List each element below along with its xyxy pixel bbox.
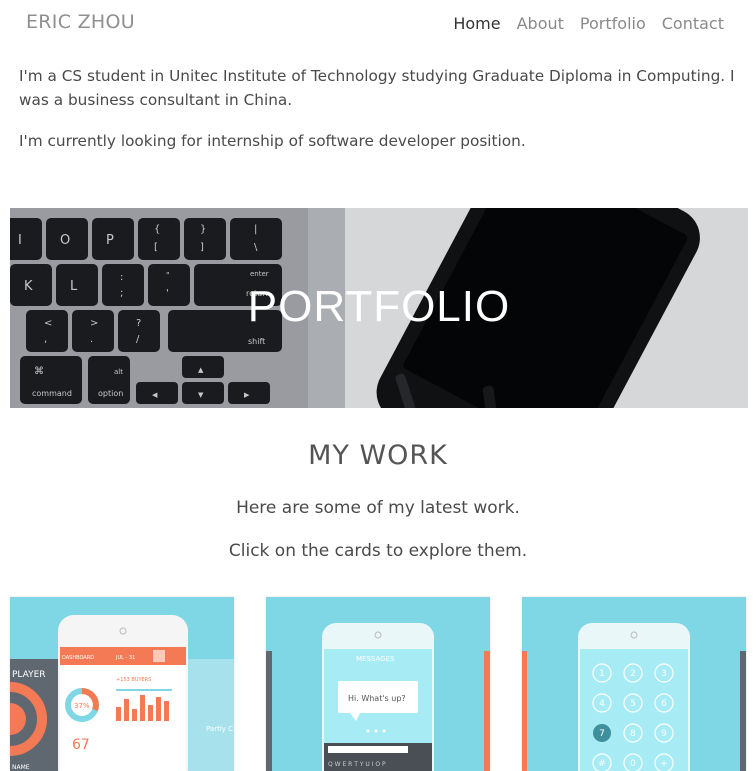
hero-title: PORTFOLIO [247, 282, 511, 331]
intro-paragraph: I'm a CS student in Unitec Institute of … [19, 67, 735, 109]
svg-text:2: 2 [630, 669, 636, 679]
svg-text:DASHBOARD: DASHBOARD [62, 655, 94, 661]
intro-paragraph-2: I'm currently looking for internship of … [19, 132, 526, 150]
svg-text:#: # [598, 759, 606, 769]
svg-text:Partly C: Partly C [206, 725, 233, 733]
svg-text:9: 9 [661, 729, 667, 739]
svg-text:7: 7 [599, 729, 605, 739]
top-navbar: ERIC ZHOU Home About Portfolio Contact [0, 0, 756, 48]
nav-menu: Home About Portfolio Contact [453, 14, 724, 33]
svg-text:0: 0 [630, 759, 636, 769]
svg-text:MESSAGES: MESSAGES [356, 655, 395, 663]
portfolio-card-messages[interactable]: MESSAGES Hi. What's up? Q W E R T Y U I … [266, 597, 490, 771]
nav-item-contact[interactable]: Contact [662, 14, 724, 33]
svg-text:8: 8 [630, 729, 636, 739]
portfolio-card-dashboard[interactable]: PLAYER NAME Partly C DASHBOARD JUL - 31 … [10, 597, 234, 771]
svg-text:Hi. What's up?: Hi. What's up? [348, 694, 406, 703]
messages-app-preview: MESSAGES Hi. What's up? Q W E R T Y U I … [266, 597, 490, 771]
nav-item-about[interactable]: About [517, 14, 564, 33]
nav-item-home[interactable]: Home [453, 14, 500, 33]
player-label: PLAYER [12, 670, 46, 680]
dashboard-app-preview: PLAYER NAME Partly C DASHBOARD JUL - 31 … [10, 597, 234, 771]
svg-text:5: 5 [630, 699, 636, 709]
portfolio-card-dialer[interactable]: 1 2 3 4 5 6 7 8 9 #0 + [522, 597, 746, 771]
svg-text:6: 6 [661, 699, 667, 709]
svg-text:NAME: NAME [12, 764, 30, 771]
svg-text:3: 3 [661, 669, 667, 679]
section-title: MY WORK [308, 440, 448, 471]
work-description: Here are some of my latest work. [236, 498, 520, 518]
svg-text:+: + [660, 759, 668, 769]
brand-name[interactable]: ERIC ZHOU [26, 11, 135, 33]
svg-text:JUL - 31: JUL - 31 [115, 655, 135, 661]
svg-text:4: 4 [599, 699, 605, 709]
svg-text:Q W E R T Y U I O P: Q W E R T Y U I O P [328, 761, 386, 768]
work-instruction: Click on the cards to explore them. [228, 541, 528, 561]
intro-section: I'm a CS student in Unitec Institute of … [19, 64, 741, 170]
svg-text:37%: 37% [74, 702, 90, 710]
nav-item-portfolio[interactable]: Portfolio [580, 14, 646, 33]
my-work-section: MY WORK Here are some of my latest work.… [0, 440, 756, 561]
svg-text:67: 67 [72, 737, 90, 753]
dialer-app-preview: 1 2 3 4 5 6 7 8 9 #0 + [522, 597, 746, 771]
portfolio-hero-banner: IOP {[ }] |\ KL :; "' enterreturn <, >. … [10, 208, 748, 408]
svg-text:+153 BUYERS: +153 BUYERS [116, 677, 151, 683]
svg-text:1: 1 [599, 669, 605, 679]
